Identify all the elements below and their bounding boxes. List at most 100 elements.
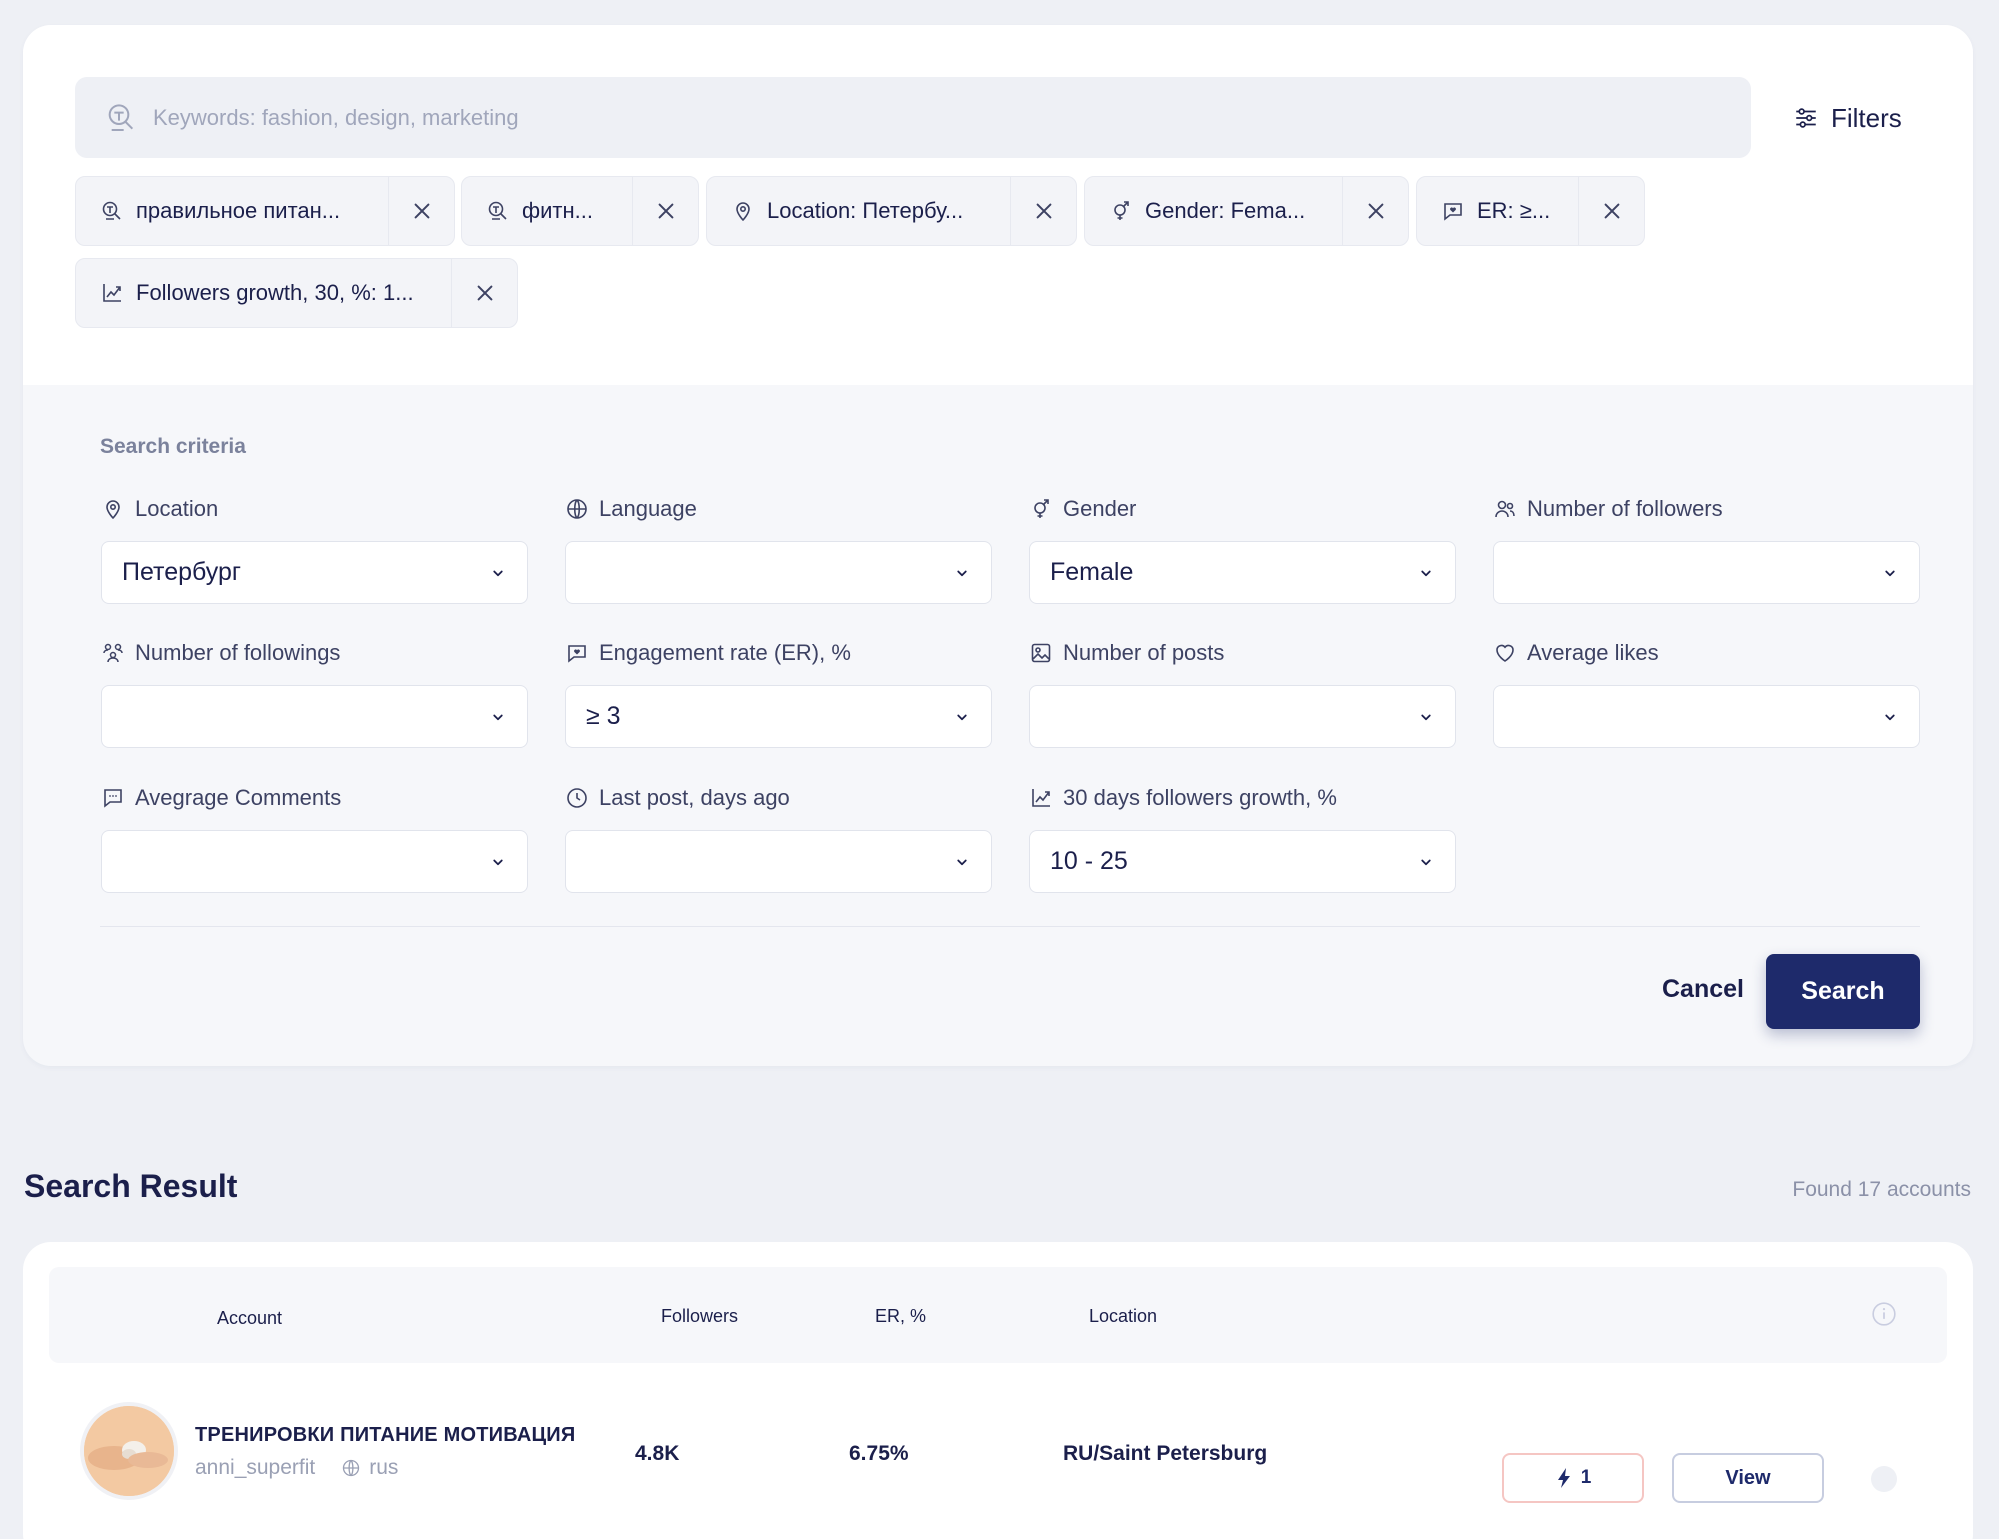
chip-label: ER: ≥...: [1477, 198, 1551, 223]
posts-count-field: Number of posts: [1029, 637, 1456, 748]
clock-icon: [565, 786, 589, 810]
filter-chip-followers-growth[interactable]: Followers growth, 30, %: 1...: [75, 258, 518, 328]
remove-chip-button[interactable]: [1010, 177, 1076, 245]
globe-icon: [565, 497, 589, 521]
keyword-search-bar[interactable]: [75, 77, 1751, 158]
chip-label: правильное питан...: [136, 198, 341, 223]
cancel-button[interactable]: Cancel: [1643, 955, 1763, 1023]
close-icon: [1601, 200, 1623, 222]
remove-chip-button[interactable]: [451, 259, 517, 327]
growth-chart-icon: [100, 281, 124, 305]
gender-icon: [1029, 497, 1053, 521]
divider: [100, 926, 1920, 927]
select-value: Female: [1050, 558, 1134, 586]
lightning-icon: [1557, 1468, 1570, 1488]
chevron-down-icon: [953, 708, 971, 726]
location-select[interactable]: Петербург: [101, 541, 528, 604]
account-name[interactable]: ТРЕНИРОВКИ ПИТАНИЕ МОТИВАЦИЯ: [195, 1424, 575, 1447]
chevron-down-icon: [489, 564, 507, 582]
gender-icon: [1109, 199, 1133, 223]
language-select[interactable]: [565, 541, 992, 604]
field-label: Language: [599, 496, 697, 521]
field-label: Number of followers: [1527, 496, 1723, 521]
image-icon: [1029, 641, 1053, 665]
account-username: anni_superfit: [195, 1456, 316, 1479]
location-value: RU/Saint Petersburg: [1063, 1442, 1268, 1465]
engagement-rate-select[interactable]: ≥ 3: [565, 685, 992, 748]
filter-chip-gender[interactable]: Gender: Fema...: [1084, 176, 1409, 246]
select-value: 10 - 25: [1050, 847, 1128, 875]
posts-count-select[interactable]: [1029, 685, 1456, 748]
followers-growth-field: 30 days followers growth, % 10 - 25: [1029, 782, 1456, 893]
keyword-icon: [100, 199, 124, 223]
heart-icon: [1493, 641, 1517, 665]
average-likes-field: Average likes: [1493, 637, 1920, 748]
filter-chip-keyword-1[interactable]: правильное питан...: [75, 176, 455, 246]
view-button[interactable]: View: [1672, 1453, 1824, 1503]
table-header: Account Followers ER, % Location: [49, 1267, 1947, 1363]
filter-chip-location[interactable]: Location: Петербу...: [706, 176, 1077, 246]
chip-label: Gender: Fema...: [1145, 198, 1306, 223]
comment-icon: [101, 786, 125, 810]
filters-button[interactable]: Filters: [1793, 95, 1902, 141]
gender-field: Gender Female: [1029, 493, 1456, 604]
search-criteria-title: Search criteria: [100, 435, 246, 458]
chip-label: фитн...: [522, 198, 593, 223]
account-meta: anni_superfit rus: [195, 1456, 398, 1480]
remove-chip-button[interactable]: [388, 177, 454, 245]
close-icon: [474, 282, 496, 304]
average-comments-select[interactable]: [101, 830, 528, 893]
chevron-down-icon: [1417, 708, 1435, 726]
last-post-field: Last post, days ago: [565, 782, 992, 893]
average-likes-select[interactable]: [1493, 685, 1920, 748]
field-label: Last post, days ago: [599, 785, 790, 810]
field-label: Number of posts: [1063, 640, 1225, 665]
remove-chip-button[interactable]: [1578, 177, 1644, 245]
chevron-down-icon: [953, 853, 971, 871]
gender-select[interactable]: Female: [1029, 541, 1456, 604]
chip-label: Followers growth, 30, %: 1...: [136, 280, 414, 305]
growth-chart-icon: [1029, 786, 1053, 810]
chevron-down-icon: [1417, 564, 1435, 582]
keyword-search-input[interactable]: [153, 104, 1653, 131]
account-language: rus: [369, 1456, 399, 1479]
chip-label: Location: Петербу...: [767, 198, 964, 223]
filter-chip-er[interactable]: ER: ≥...: [1416, 176, 1645, 246]
last-post-select[interactable]: [565, 830, 992, 893]
remove-chip-button[interactable]: [632, 177, 698, 245]
boost-count: 1: [1580, 1467, 1592, 1488]
chevron-down-icon: [489, 853, 507, 871]
column-account[interactable]: Account: [217, 1308, 282, 1329]
column-location[interactable]: Location: [1089, 1306, 1157, 1327]
followings-icon: [101, 641, 125, 665]
select-value: ≥ 3: [586, 702, 621, 730]
close-icon: [655, 200, 677, 222]
search-button[interactable]: Search: [1766, 954, 1920, 1029]
keyword-icon: [486, 199, 510, 223]
column-followers[interactable]: Followers: [661, 1306, 738, 1327]
followers-value: 4.8K: [635, 1442, 680, 1465]
er-value: 6.75%: [849, 1442, 909, 1465]
followers-count-select[interactable]: [1493, 541, 1920, 604]
table-row[interactable]: ТРЕНИРОВКИ ПИТАНИЕ МОТИВАЦИЯ anni_superf…: [23, 1402, 1973, 1522]
results-title: Search Result: [24, 1168, 238, 1204]
search-header: Filters правильное питан... фитн... Loca…: [23, 25, 1973, 385]
location-field: Location Петербург: [101, 493, 528, 604]
engagement-icon: [1441, 199, 1465, 223]
location-pin-icon: [731, 199, 755, 223]
column-er[interactable]: ER, %: [875, 1306, 926, 1327]
chevron-down-icon: [953, 564, 971, 582]
followings-count-select[interactable]: [101, 685, 528, 748]
followers-count-field: Number of followers: [1493, 493, 1920, 604]
avatar[interactable]: [80, 1402, 178, 1500]
filter-chip-keyword-2[interactable]: фитн...: [461, 176, 699, 246]
chevron-down-icon: [489, 708, 507, 726]
boost-button[interactable]: 1: [1502, 1453, 1644, 1503]
followings-count-field: Number of followings: [101, 637, 528, 748]
avatar-photo: [84, 1406, 174, 1496]
followers-growth-select[interactable]: 10 - 25: [1029, 830, 1456, 893]
row-expand-toggle[interactable]: [1871, 1466, 1897, 1492]
info-icon[interactable]: [1871, 1301, 1897, 1327]
field-label: Engagement rate (ER), %: [599, 640, 851, 665]
remove-chip-button[interactable]: [1342, 177, 1408, 245]
